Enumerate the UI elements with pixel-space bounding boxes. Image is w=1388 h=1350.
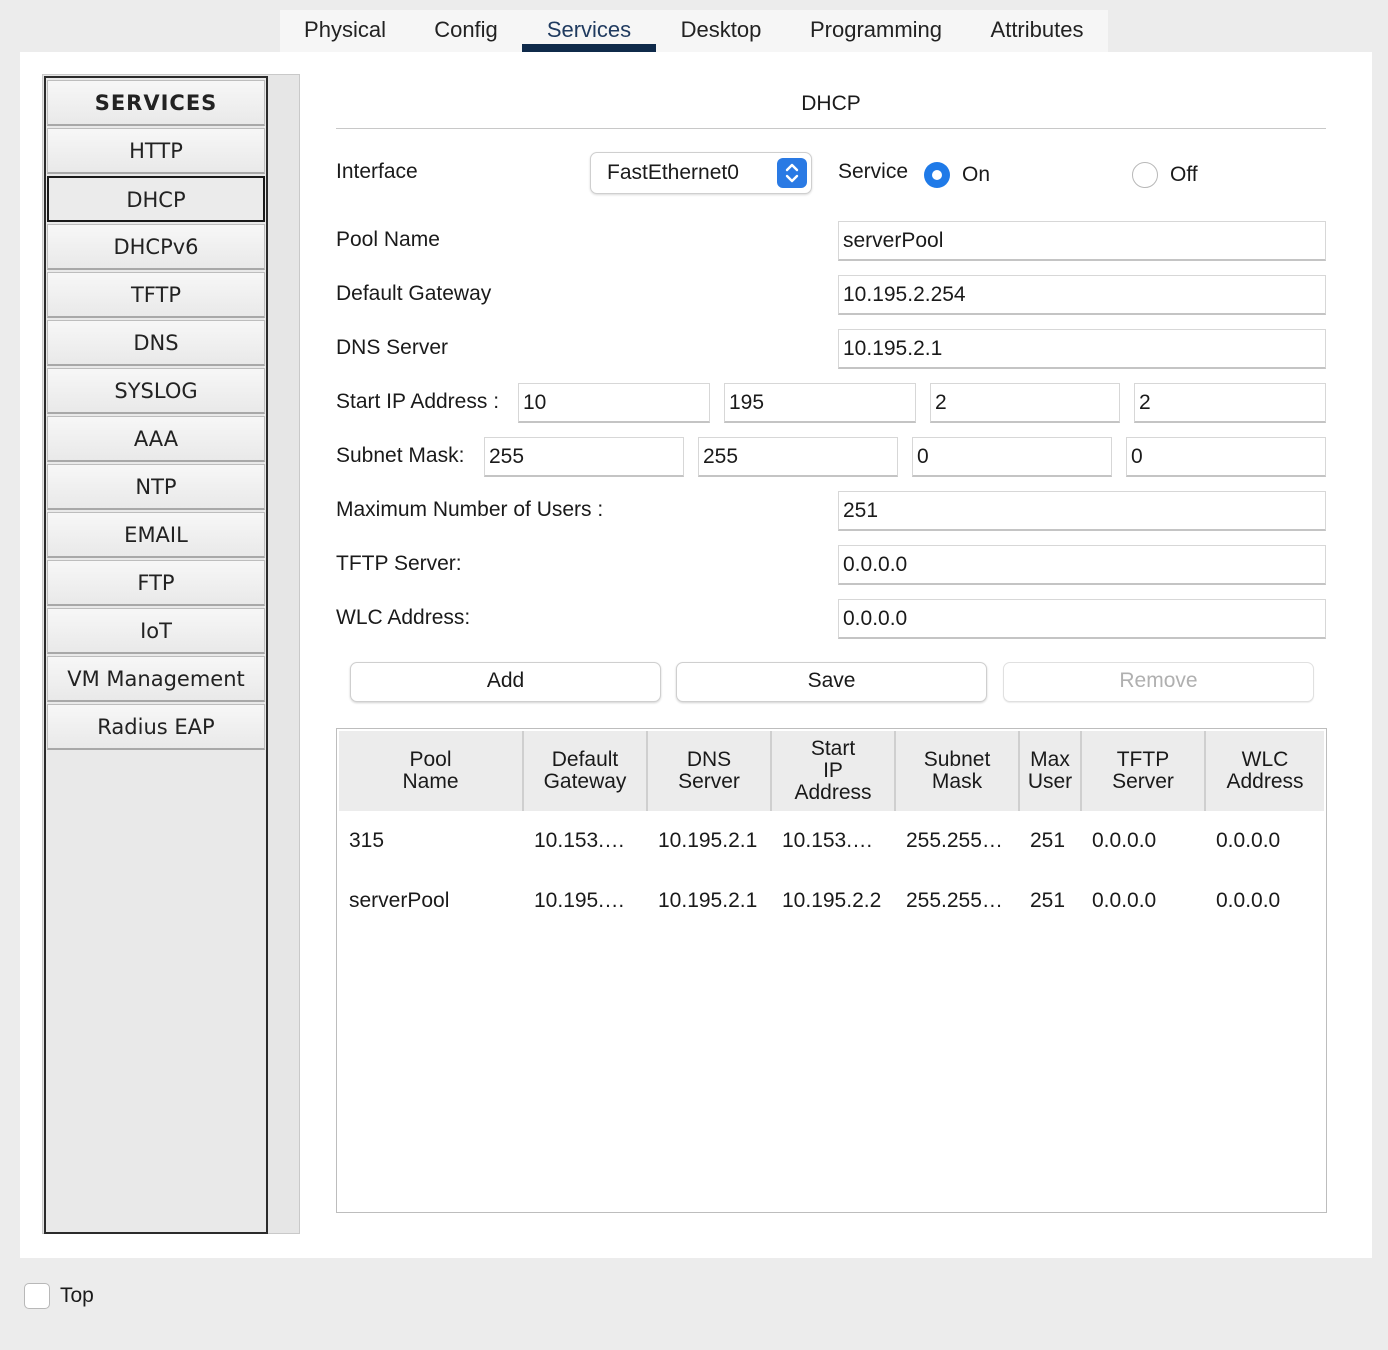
start-ip-octet-3[interactable] bbox=[930, 383, 1120, 423]
sidebar-item-vm-management[interactable]: VM Management bbox=[47, 656, 265, 702]
cell-wlc-address: 0.0.0.0 bbox=[1216, 889, 1281, 912]
cell-default-gateway: 10.195.… bbox=[534, 889, 626, 912]
tab-desktop[interactable]: Desktop bbox=[656, 10, 786, 52]
pool-name-label: Pool Name bbox=[336, 228, 440, 251]
wlc-address-label: WLC Address: bbox=[336, 606, 471, 629]
service-label: Service bbox=[838, 160, 909, 183]
title-divider bbox=[336, 128, 1326, 129]
sidebar-item-dhcp[interactable]: DHCP bbox=[47, 176, 265, 222]
column-header-dns-server[interactable]: DNS Server bbox=[648, 731, 772, 811]
start-ip-octet-2[interactable] bbox=[724, 383, 916, 423]
top-checkbox-label: Top bbox=[60, 1284, 94, 1307]
tab-config[interactable]: Config bbox=[410, 10, 522, 52]
column-header-start-ip[interactable]: Start IP Address bbox=[772, 731, 896, 811]
remove-button[interactable]: Remove bbox=[1003, 662, 1314, 702]
sidebar-header: SERVICES bbox=[47, 80, 265, 126]
dhcp-content: DHCP Interface FastEthernet0 Service On … bbox=[336, 52, 1327, 1258]
table-header: Pool Name Default Gateway DNS Server Sta… bbox=[339, 731, 1324, 811]
save-button[interactable]: Save bbox=[676, 662, 987, 702]
service-off-radio[interactable] bbox=[1132, 162, 1158, 188]
sidebar-item-ntp[interactable]: NTP bbox=[47, 464, 265, 510]
cell-default-gateway: 10.153.… bbox=[534, 829, 626, 852]
cell-wlc-address: 0.0.0.0 bbox=[1216, 829, 1281, 852]
cell-dns-server: 10.195.2.1 bbox=[658, 889, 758, 912]
tab-attributes[interactable]: Attributes bbox=[966, 10, 1108, 52]
tab-physical[interactable]: Physical bbox=[280, 10, 410, 52]
cell-tftp-server: 0.0.0.0 bbox=[1092, 889, 1157, 912]
sidebar-item-dns[interactable]: DNS bbox=[47, 320, 265, 366]
add-button[interactable]: Add bbox=[350, 662, 661, 702]
subnet-mask-octet-3[interactable] bbox=[912, 437, 1112, 477]
sidebar-item-aaa[interactable]: AAA bbox=[47, 416, 265, 462]
sidebar-item-radius-eap[interactable]: Radius EAP bbox=[47, 704, 265, 750]
column-header-pool-name[interactable]: Pool Name bbox=[339, 731, 524, 811]
interface-select-value: FastEthernet0 bbox=[607, 161, 739, 184]
services-sidebar: SERVICES HTTP DHCP DHCPv6 TFTP DNS SYSLO… bbox=[44, 76, 268, 1234]
subnet-mask-label: Subnet Mask: bbox=[336, 444, 465, 467]
service-on-label: On bbox=[962, 163, 991, 186]
tab-services[interactable]: Services bbox=[522, 10, 656, 52]
cell-subnet-mask: 255.255… bbox=[906, 829, 1003, 852]
column-header-tftp-server[interactable]: TFTP Server bbox=[1082, 731, 1206, 811]
sidebar-item-dhcpv6[interactable]: DHCPv6 bbox=[47, 224, 265, 270]
sidebar-item-ftp[interactable]: FTP bbox=[47, 560, 265, 606]
sidebar-item-email[interactable]: EMAIL bbox=[47, 512, 265, 558]
cell-subnet-mask: 255.255… bbox=[906, 889, 1003, 912]
subnet-mask-octet-2[interactable] bbox=[698, 437, 898, 477]
table-row[interactable]: serverPool 10.195.… 10.195.2.1 10.195.2.… bbox=[339, 871, 1324, 931]
tftp-server-label: TFTP Server: bbox=[336, 552, 462, 575]
subnet-mask-octet-4[interactable] bbox=[1126, 437, 1326, 477]
max-users-label: Maximum Number of Users : bbox=[336, 498, 604, 521]
interface-select[interactable]: FastEthernet0 bbox=[590, 152, 812, 194]
cell-start-ip: 10.153.… bbox=[782, 829, 874, 852]
cell-max-user: 251 bbox=[1030, 889, 1066, 912]
interface-label: Interface bbox=[336, 160, 418, 183]
top-checkbox[interactable] bbox=[24, 1283, 50, 1309]
pool-name-input[interactable] bbox=[838, 221, 1326, 261]
column-header-max-user[interactable]: Max User bbox=[1020, 731, 1082, 811]
services-panel: SERVICES HTTP DHCP DHCPv6 TFTP DNS SYSLO… bbox=[20, 52, 1372, 1258]
sidebar-item-iot[interactable]: IoT bbox=[47, 608, 265, 654]
sidebar-item-http[interactable]: HTTP bbox=[47, 128, 265, 174]
cell-pool-name: serverPool bbox=[349, 889, 450, 912]
wlc-address-input[interactable] bbox=[838, 599, 1326, 639]
pool-table: Pool Name Default Gateway DNS Server Sta… bbox=[336, 728, 1327, 1213]
dns-server-label: DNS Server bbox=[336, 336, 449, 359]
sidebar-item-syslog[interactable]: SYSLOG bbox=[47, 368, 265, 414]
default-gateway-label: Default Gateway bbox=[336, 282, 492, 305]
cell-tftp-server: 0.0.0.0 bbox=[1092, 829, 1157, 852]
select-arrows-icon bbox=[777, 158, 807, 188]
cell-start-ip: 10.195.2.2 bbox=[782, 889, 882, 912]
service-on-radio[interactable] bbox=[924, 162, 950, 188]
cell-pool-name: 315 bbox=[349, 829, 385, 852]
table-row[interactable]: 315 10.153.… 10.195.2.1 10.153.… 255.255… bbox=[339, 811, 1324, 871]
start-ip-label: Start IP Address : bbox=[336, 390, 500, 413]
cell-dns-server: 10.195.2.1 bbox=[658, 829, 758, 852]
sidebar-item-tftp[interactable]: TFTP bbox=[47, 272, 265, 318]
tftp-server-input[interactable] bbox=[838, 545, 1326, 585]
start-ip-octet-1[interactable] bbox=[518, 383, 710, 423]
default-gateway-input[interactable] bbox=[838, 275, 1326, 315]
dns-server-input[interactable] bbox=[838, 329, 1326, 369]
cell-max-user: 251 bbox=[1030, 829, 1066, 852]
column-header-default-gateway[interactable]: Default Gateway bbox=[524, 731, 648, 811]
column-header-wlc-address[interactable]: WLC Address bbox=[1206, 731, 1324, 811]
service-off-label: Off bbox=[1170, 163, 1198, 186]
start-ip-octet-4[interactable] bbox=[1134, 383, 1326, 423]
column-header-subnet-mask[interactable]: Subnet Mask bbox=[896, 731, 1020, 811]
subnet-mask-octet-1[interactable] bbox=[484, 437, 684, 477]
dhcp-title: DHCP bbox=[801, 92, 861, 115]
max-users-input[interactable] bbox=[838, 491, 1326, 531]
sidebar-scroll-area: SERVICES HTTP DHCP DHCPv6 TFTP DNS SYSLO… bbox=[42, 74, 300, 1234]
tab-programming[interactable]: Programming bbox=[786, 10, 966, 52]
tab-bar: Physical Config Services Desktop Program… bbox=[280, 10, 1108, 52]
